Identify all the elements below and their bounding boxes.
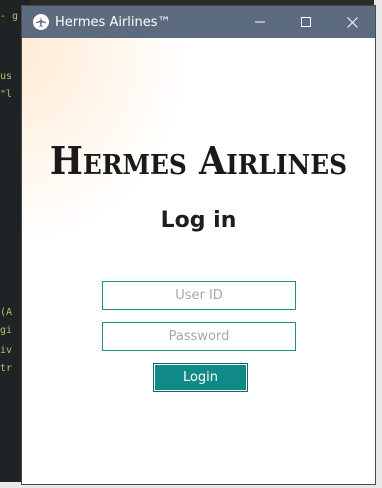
user-id-input[interactable] bbox=[102, 281, 296, 310]
brand-logo-text: Hermes Airlines bbox=[49, 138, 348, 183]
background-window-edge bbox=[374, 0, 382, 488]
title-bar[interactable]: Hermes Airlines™ bbox=[22, 6, 375, 38]
close-button[interactable] bbox=[329, 6, 375, 38]
maximize-icon bbox=[301, 17, 311, 27]
page-title: Log in bbox=[160, 208, 237, 233]
window-title: Hermes Airlines™ bbox=[55, 14, 171, 30]
login-panel: Hermes Airlines Log in Login bbox=[22, 38, 375, 484]
minimize-button[interactable] bbox=[237, 6, 283, 38]
minimize-icon bbox=[255, 21, 265, 23]
window-controls bbox=[237, 6, 375, 38]
login-window: Hermes Airlines™ Hermes Airlines Log in … bbox=[22, 6, 375, 484]
airplane-icon bbox=[33, 14, 49, 30]
login-button[interactable]: Login bbox=[153, 363, 248, 392]
maximize-button[interactable] bbox=[283, 6, 329, 38]
password-input[interactable] bbox=[102, 322, 296, 351]
close-icon bbox=[346, 16, 358, 28]
